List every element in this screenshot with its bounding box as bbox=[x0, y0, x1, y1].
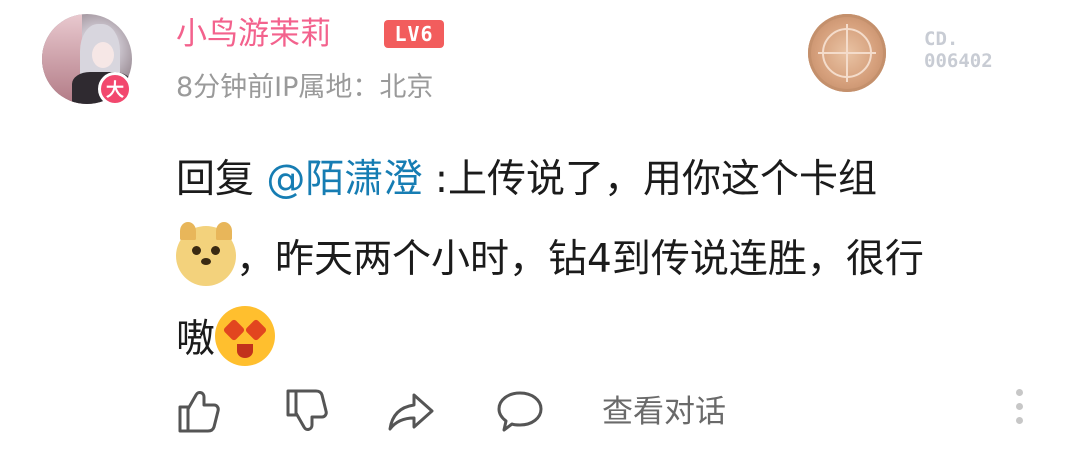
level-badge: LV6 bbox=[384, 20, 444, 48]
medal-number: CD. 006402 bbox=[924, 28, 1024, 72]
username[interactable]: 小鸟游茉莉 bbox=[176, 14, 331, 54]
avatar[interactable]: 大 bbox=[42, 14, 136, 108]
comment-line3-text: 嗷 bbox=[176, 317, 216, 362]
comment-line1-text: :上传说了，用你这个卡组 bbox=[422, 157, 877, 202]
comment-line-2: ，昨天两个小时，钻4到传说连胜，很行 bbox=[176, 220, 1026, 300]
mention-link[interactable]: @陌潇澄 bbox=[266, 157, 422, 202]
action-bar: 查看对话 bbox=[0, 385, 1080, 445]
vip-badge: 大 bbox=[98, 72, 132, 106]
comment-meta: 8分钟前IP属地：北京 bbox=[176, 72, 434, 103]
comment-text: 回复 @陌潇澄 :上传说了，用你这个卡组 ，昨天两个小时，钻4到传说连胜，很行 … bbox=[176, 140, 1026, 380]
medal-number-line1: CD. bbox=[924, 28, 959, 50]
fan-medal-icon[interactable] bbox=[808, 14, 886, 92]
starstruck-emoji-icon bbox=[215, 306, 276, 366]
view-thread-button[interactable]: 查看对话 bbox=[602, 391, 726, 433]
comment-line-3: 嗷 bbox=[176, 300, 1026, 380]
comment-line-1: 回复 @陌潇澄 :上传说了，用你这个卡组 bbox=[176, 140, 1026, 220]
thumbs-up-icon[interactable] bbox=[172, 385, 224, 437]
reply-prefix: 回复 bbox=[176, 157, 267, 202]
medal-number-line2: 006402 bbox=[924, 50, 993, 72]
share-icon[interactable] bbox=[386, 385, 438, 437]
thumbs-down-icon[interactable] bbox=[280, 385, 332, 437]
comment-icon[interactable] bbox=[494, 385, 546, 437]
more-vertical-icon[interactable] bbox=[1012, 389, 1026, 435]
doge-emoji-icon bbox=[176, 222, 236, 286]
comment-line2-text: ，昨天两个小时，钻4到传说连胜，很行 bbox=[236, 237, 924, 282]
